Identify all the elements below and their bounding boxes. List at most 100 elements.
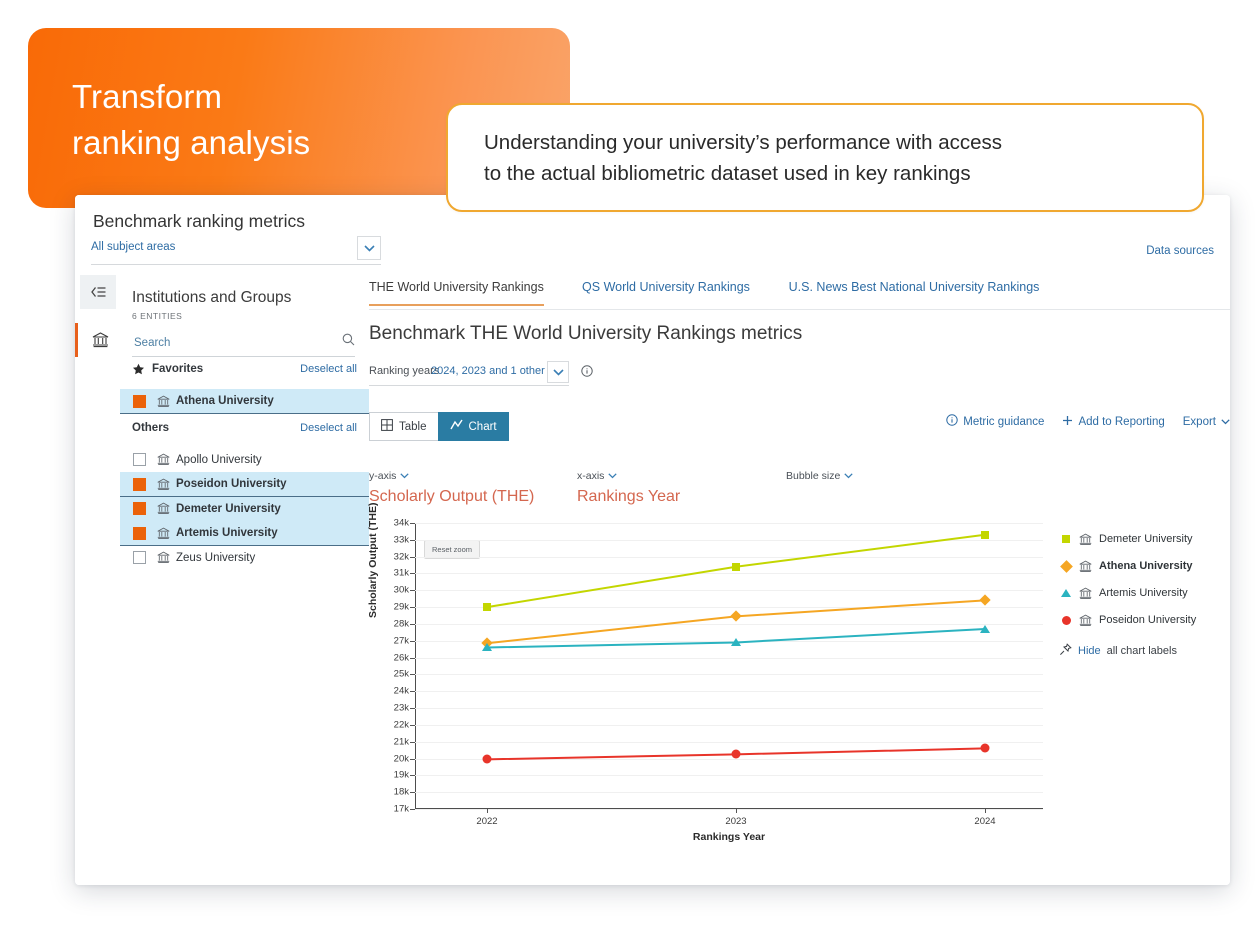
chart-y-tick-label: 34k [393, 517, 409, 529]
hide-labels-rest: all chart labels [1106, 645, 1177, 657]
entity-checkbox[interactable] [133, 453, 146, 466]
legend-marker-icon [1059, 535, 1073, 543]
chart-y-tick-label: 19k [393, 769, 409, 781]
search-input[interactable] [132, 330, 335, 356]
chart-data-point[interactable] [980, 624, 990, 633]
legend-item[interactable]: Demeter University [1059, 531, 1193, 547]
legend-item[interactable]: Poseidon University [1059, 612, 1196, 628]
entity-name: Zeus University [176, 551, 256, 564]
institution-icon [157, 551, 170, 564]
search-box[interactable] [132, 330, 355, 357]
chart-x-tick-mark [736, 809, 737, 813]
institution-icon [157, 478, 170, 491]
chart-y-tick-mark [410, 809, 415, 810]
chart-x-tick-label: 2024 [974, 816, 996, 827]
pin-icon [1059, 643, 1072, 659]
entity-panel: Institutions and Groups 6 ENTITIES Favor… [120, 275, 370, 885]
chevron-down-icon[interactable] [357, 236, 381, 260]
tab-table[interactable]: Table [369, 412, 438, 441]
chart-y-axis-title: Scholarly Output (THE) [367, 502, 379, 619]
ranking-tabs: THE World University Rankings QS World Un… [369, 275, 1230, 310]
ranking-years-value: 2024, 2023 and 1 other [431, 365, 545, 377]
chart-y-tick-label: 32k [393, 551, 409, 563]
export-label: Export [1182, 415, 1216, 428]
legend-item[interactable]: Athena University [1059, 558, 1193, 574]
deselect-all-button[interactable]: Deselect all [300, 422, 357, 434]
hide-chart-labels-button[interactable]: Hide all chart labels [1059, 643, 1177, 659]
table-icon [381, 419, 393, 434]
tab-chart[interactable]: Chart [437, 412, 509, 441]
x-axis-key: x-axis [577, 470, 680, 482]
bubble-size-selector[interactable]: Bubble size [786, 470, 853, 482]
legend-item[interactable]: Artemis University [1059, 585, 1188, 601]
y-axis-key-label: y-axis [369, 470, 397, 482]
tab-1[interactable]: THE World University Rankings [369, 280, 544, 306]
entity-checkbox[interactable] [133, 502, 146, 515]
chevron-down-icon[interactable] [547, 361, 569, 383]
list-item[interactable]: Demeter University [120, 496, 369, 522]
chevron-down-icon [400, 470, 410, 482]
entity-name: Artemis University [176, 527, 278, 539]
list-item[interactable]: Athena University [120, 389, 369, 414]
institution-icon [1079, 533, 1092, 546]
chart-data-point[interactable] [482, 754, 492, 764]
bubble-size-key: Bubble size [786, 470, 853, 482]
chart-y-tick-label: 18k [393, 786, 409, 798]
chart-x-axis-title: Rankings Year [692, 831, 766, 843]
app-title: Benchmark ranking metrics [93, 211, 306, 231]
institution-icon [157, 453, 170, 466]
chart-region: Scholarly Output (THE) Reset zoom 17k 18k… [367, 503, 1230, 853]
tab-2[interactable]: QS World University Rankings [582, 280, 750, 304]
x-axis-selector[interactable]: x-axis Rankings Year [577, 470, 680, 506]
callout-line2: to the actual bibliometric dataset used … [484, 162, 971, 185]
chart-y-tick-label: 31k [393, 567, 409, 579]
chart-x-tick-label: 2023 [725, 816, 747, 827]
chart-data-point[interactable] [482, 643, 492, 652]
chart-plot-area[interactable]: Reset zoom 17k 18k 19k 20k 21k 22k 23k 24k 25k 26… [394, 518, 1043, 827]
add-to-reporting-label: Add to Reporting [1078, 415, 1165, 428]
chart-data-point[interactable] [732, 562, 740, 571]
callout-line1: Understanding your university’s performa… [484, 131, 1003, 154]
list-item[interactable]: Artemis University [120, 521, 369, 546]
chart-data-point[interactable] [980, 743, 990, 753]
info-icon[interactable] [581, 364, 593, 382]
chart-y-tick-label: 21k [393, 736, 409, 748]
chart-y-tick-label: 20k [393, 753, 409, 765]
chevron-down-icon [844, 470, 853, 482]
collapse-panel-button[interactable] [80, 275, 116, 309]
tab-3[interactable]: U.S. News Best National University Ranki… [789, 280, 1040, 304]
entity-checkbox[interactable] [133, 394, 146, 408]
chart-y-tick-label: 29k [393, 601, 409, 613]
sidebar-item-institutions[interactable] [75, 323, 123, 357]
entity-name: Demeter University [176, 502, 281, 515]
data-sources-link[interactable]: Data sources [1146, 245, 1214, 257]
chart-y-tick-label: 28k [393, 618, 409, 630]
list-item[interactable]: Zeus University [120, 546, 369, 570]
chart-data-point[interactable] [731, 749, 741, 759]
entity-group-label: Others [132, 421, 170, 434]
chart-y-tick-label: 22k [393, 719, 409, 731]
metric-guidance-button[interactable]: Metric guidance [946, 414, 1044, 429]
chart-y-tick-label: 24k [393, 685, 409, 697]
entity-checkbox[interactable] [133, 526, 146, 540]
chart-data-point[interactable] [483, 603, 491, 612]
add-to-reporting-button[interactable]: Add to Reporting [1062, 415, 1165, 429]
chart-data-point[interactable] [731, 638, 741, 647]
subject-area-select[interactable]: All subject areas [91, 236, 381, 265]
entity-checkbox[interactable] [133, 551, 146, 564]
entity-checkbox[interactable] [133, 477, 146, 491]
list-item[interactable]: Poseidon University [120, 472, 369, 497]
chart-data-point[interactable] [981, 530, 989, 539]
export-button[interactable]: Export [1183, 416, 1230, 428]
chart-y-tick-label: 17k [393, 803, 409, 815]
ranking-years-select[interactable]: Ranking years 2024, 2023 and 1 other [369, 361, 569, 386]
chart-y-tick-label: 30k [393, 584, 409, 596]
subject-area-value: All subject areas [91, 241, 176, 253]
view-toggle: Table Chart [369, 412, 509, 441]
list-item[interactable]: Apollo University [120, 448, 369, 472]
deselect-all-button[interactable]: Deselect all [300, 363, 357, 375]
panel-title: Institutions and Groups [132, 289, 292, 306]
y-axis-selector[interactable]: y-axis Scholarly Output (THE) [369, 470, 534, 506]
x-axis-key-label: x-axis [577, 470, 605, 482]
legend-label: Athena University [1099, 560, 1193, 572]
